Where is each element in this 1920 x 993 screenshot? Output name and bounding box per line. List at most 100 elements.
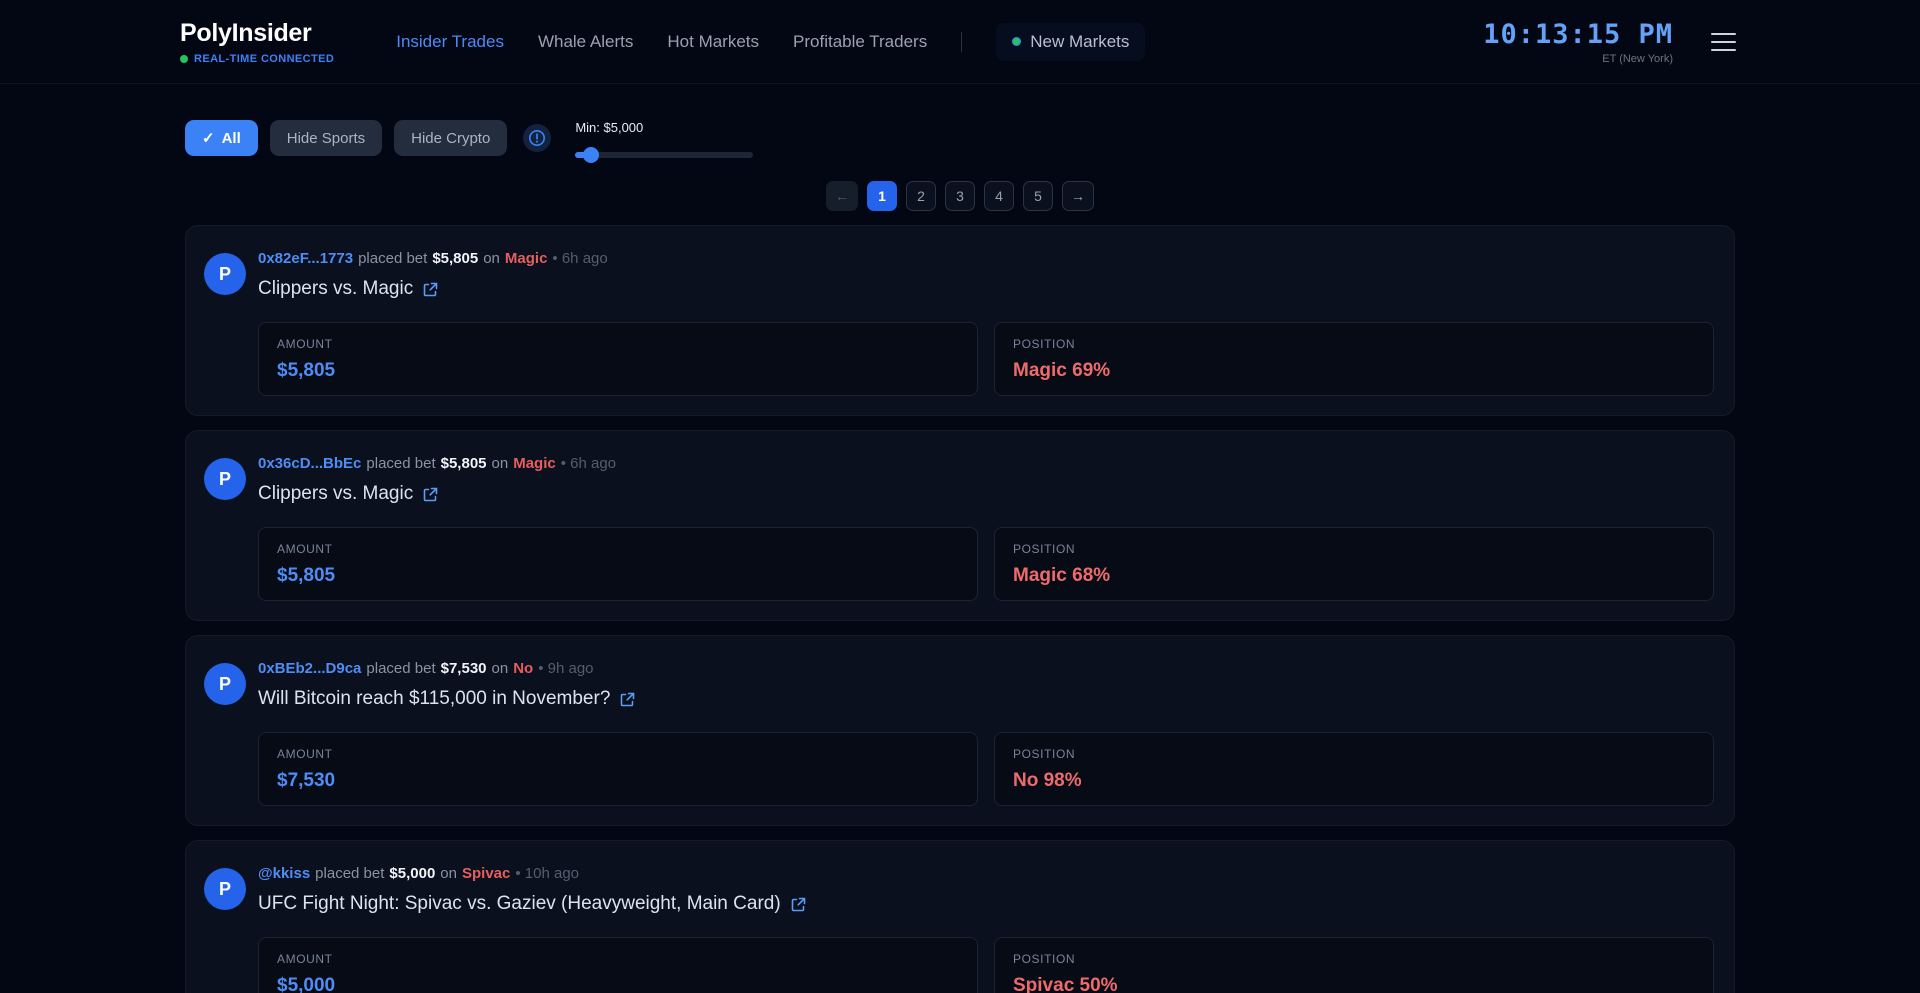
trade-timestamp: • 9h ago	[538, 660, 593, 677]
logo[interactable]: PolyInsider REAL-TIME CONNECTED	[180, 19, 334, 65]
header: PolyInsider REAL-TIME CONNECTED Insider …	[0, 0, 1920, 84]
trader-address-link[interactable]: @kkiss	[258, 865, 310, 882]
page-button-1[interactable]: 1	[867, 181, 897, 211]
nav-divider	[961, 32, 962, 52]
trader-address-link[interactable]: 0x36cD...BbEc	[258, 455, 361, 472]
placed-bet-text: placed bet	[366, 455, 435, 472]
filter-hide-crypto-button[interactable]: Hide Crypto	[394, 120, 507, 156]
page-button-3[interactable]: 3	[945, 181, 975, 211]
trade-headline: @kkiss placed bet $5,000 on Spivac • 10h…	[258, 865, 1714, 882]
slider-track[interactable]	[575, 152, 753, 158]
amount-box: AMOUNT $5,805	[258, 322, 978, 396]
external-link-icon[interactable]	[790, 896, 807, 913]
menu-hamburger-icon[interactable]	[1707, 29, 1740, 55]
avatar: P	[204, 868, 246, 910]
pagination-next-button[interactable]: →	[1062, 181, 1094, 211]
amount-box: AMOUNT $5,000	[258, 937, 978, 993]
nav-new-markets-label: New Markets	[1030, 32, 1129, 52]
on-text: on	[440, 865, 457, 882]
page-button-4[interactable]: 4	[984, 181, 1014, 211]
external-link-icon[interactable]	[422, 486, 439, 503]
position-value: Magic 68%	[1013, 565, 1695, 587]
on-text: on	[492, 455, 509, 472]
position-label: POSITION	[1013, 952, 1695, 966]
filter-bar: ✓ All Hide Sports Hide Crypto Min: $5,00…	[185, 120, 1735, 163]
clock-timezone: ET (New York)	[1483, 53, 1673, 65]
bet-amount-text: $7,530	[441, 660, 487, 677]
amount-label: AMOUNT	[277, 952, 959, 966]
market-title: Clippers vs. Magic	[258, 483, 413, 505]
bet-outcome-text: Magic	[505, 250, 548, 267]
placed-bet-text: placed bet	[358, 250, 427, 267]
nav-profitable-traders[interactable]: Profitable Traders	[793, 32, 927, 52]
info-icon[interactable]	[523, 124, 551, 152]
pagination: ← 1 2 3 4 5 →	[185, 181, 1735, 211]
new-markets-dot-icon	[1012, 37, 1021, 46]
trader-address-link[interactable]: 0x82eF...1773	[258, 250, 353, 267]
connection-status: REAL-TIME CONNECTED	[180, 53, 334, 65]
nav-hot-markets[interactable]: Hot Markets	[667, 32, 759, 52]
check-icon: ✓	[202, 129, 215, 147]
bet-amount-text: $5,805	[441, 455, 487, 472]
bet-amount-text: $5,000	[389, 865, 435, 882]
amount-label: AMOUNT	[277, 542, 959, 556]
position-label: POSITION	[1013, 747, 1695, 761]
on-text: on	[492, 660, 509, 677]
nav-new-markets[interactable]: New Markets	[996, 23, 1145, 61]
trade-headline: 0xBEb2...D9ca placed bet $7,530 on No • …	[258, 660, 1714, 677]
position-box: POSITION No 98%	[994, 732, 1714, 806]
page-button-5[interactable]: 5	[1023, 181, 1053, 211]
trades-list: P 0x82eF...1773 placed bet $5,805 on Mag…	[185, 225, 1735, 993]
trade-card: P 0xBEb2...D9ca placed bet $7,530 on No …	[185, 635, 1735, 826]
position-label: POSITION	[1013, 542, 1695, 556]
clock: 10:13:15 PM ET (New York)	[1483, 19, 1673, 65]
trade-card: P 0x36cD...BbEc placed bet $5,805 on Mag…	[185, 430, 1735, 621]
avatar: P	[204, 663, 246, 705]
amount-value: $5,805	[277, 360, 959, 382]
nav-insider-trades[interactable]: Insider Trades	[396, 32, 504, 52]
filter-all-button[interactable]: ✓ All	[185, 120, 258, 156]
trade-headline: 0x82eF...1773 placed bet $5,805 on Magic…	[258, 250, 1714, 267]
position-value: Spivac 50%	[1013, 975, 1695, 993]
trade-timestamp: • 10h ago	[515, 865, 579, 882]
trade-timestamp: • 6h ago	[552, 250, 607, 267]
bet-outcome-text: No	[513, 660, 533, 677]
connection-status-label: REAL-TIME CONNECTED	[194, 53, 334, 65]
position-label: POSITION	[1013, 337, 1695, 351]
bet-outcome-text: Magic	[513, 455, 556, 472]
live-dot-icon	[180, 55, 188, 63]
min-amount-slider[interactable]	[575, 147, 753, 163]
amount-label: AMOUNT	[277, 747, 959, 761]
trade-headline: 0x36cD...BbEc placed bet $5,805 on Magic…	[258, 455, 1714, 472]
pagination-prev-button[interactable]: ←	[826, 181, 858, 211]
filter-all-label: All	[222, 130, 241, 147]
bet-outcome-text: Spivac	[462, 865, 510, 882]
position-box: POSITION Magic 68%	[994, 527, 1714, 601]
on-text: on	[483, 250, 500, 267]
position-value: No 98%	[1013, 770, 1695, 792]
external-link-icon[interactable]	[619, 691, 636, 708]
filter-hide-sports-button[interactable]: Hide Sports	[270, 120, 382, 156]
trader-address-link[interactable]: 0xBEb2...D9ca	[258, 660, 361, 677]
slider-thumb[interactable]	[583, 147, 599, 163]
main-content: ✓ All Hide Sports Hide Crypto Min: $5,00…	[185, 84, 1735, 993]
amount-box: AMOUNT $7,530	[258, 732, 978, 806]
amount-value: $5,000	[277, 975, 959, 993]
bet-amount-text: $5,805	[432, 250, 478, 267]
external-link-icon[interactable]	[422, 281, 439, 298]
placed-bet-text: placed bet	[315, 865, 384, 882]
page-button-2[interactable]: 2	[906, 181, 936, 211]
nav-whale-alerts[interactable]: Whale Alerts	[538, 32, 633, 52]
amount-box: AMOUNT $5,805	[258, 527, 978, 601]
position-box: POSITION Magic 69%	[994, 322, 1714, 396]
market-title: Clippers vs. Magic	[258, 278, 413, 300]
min-amount-label: Min: $5,000	[575, 120, 753, 135]
main-nav: Insider Trades Whale Alerts Hot Markets …	[396, 23, 1145, 61]
clock-time: 10:13:15 PM	[1483, 19, 1673, 50]
min-amount-filter: Min: $5,000	[575, 120, 753, 163]
trade-card: P 0x82eF...1773 placed bet $5,805 on Mag…	[185, 225, 1735, 416]
amount-value: $5,805	[277, 565, 959, 587]
trade-card: P @kkiss placed bet $5,000 on Spivac • 1…	[185, 840, 1735, 993]
app-title: PolyInsider	[180, 19, 334, 48]
position-box: POSITION Spivac 50%	[994, 937, 1714, 993]
